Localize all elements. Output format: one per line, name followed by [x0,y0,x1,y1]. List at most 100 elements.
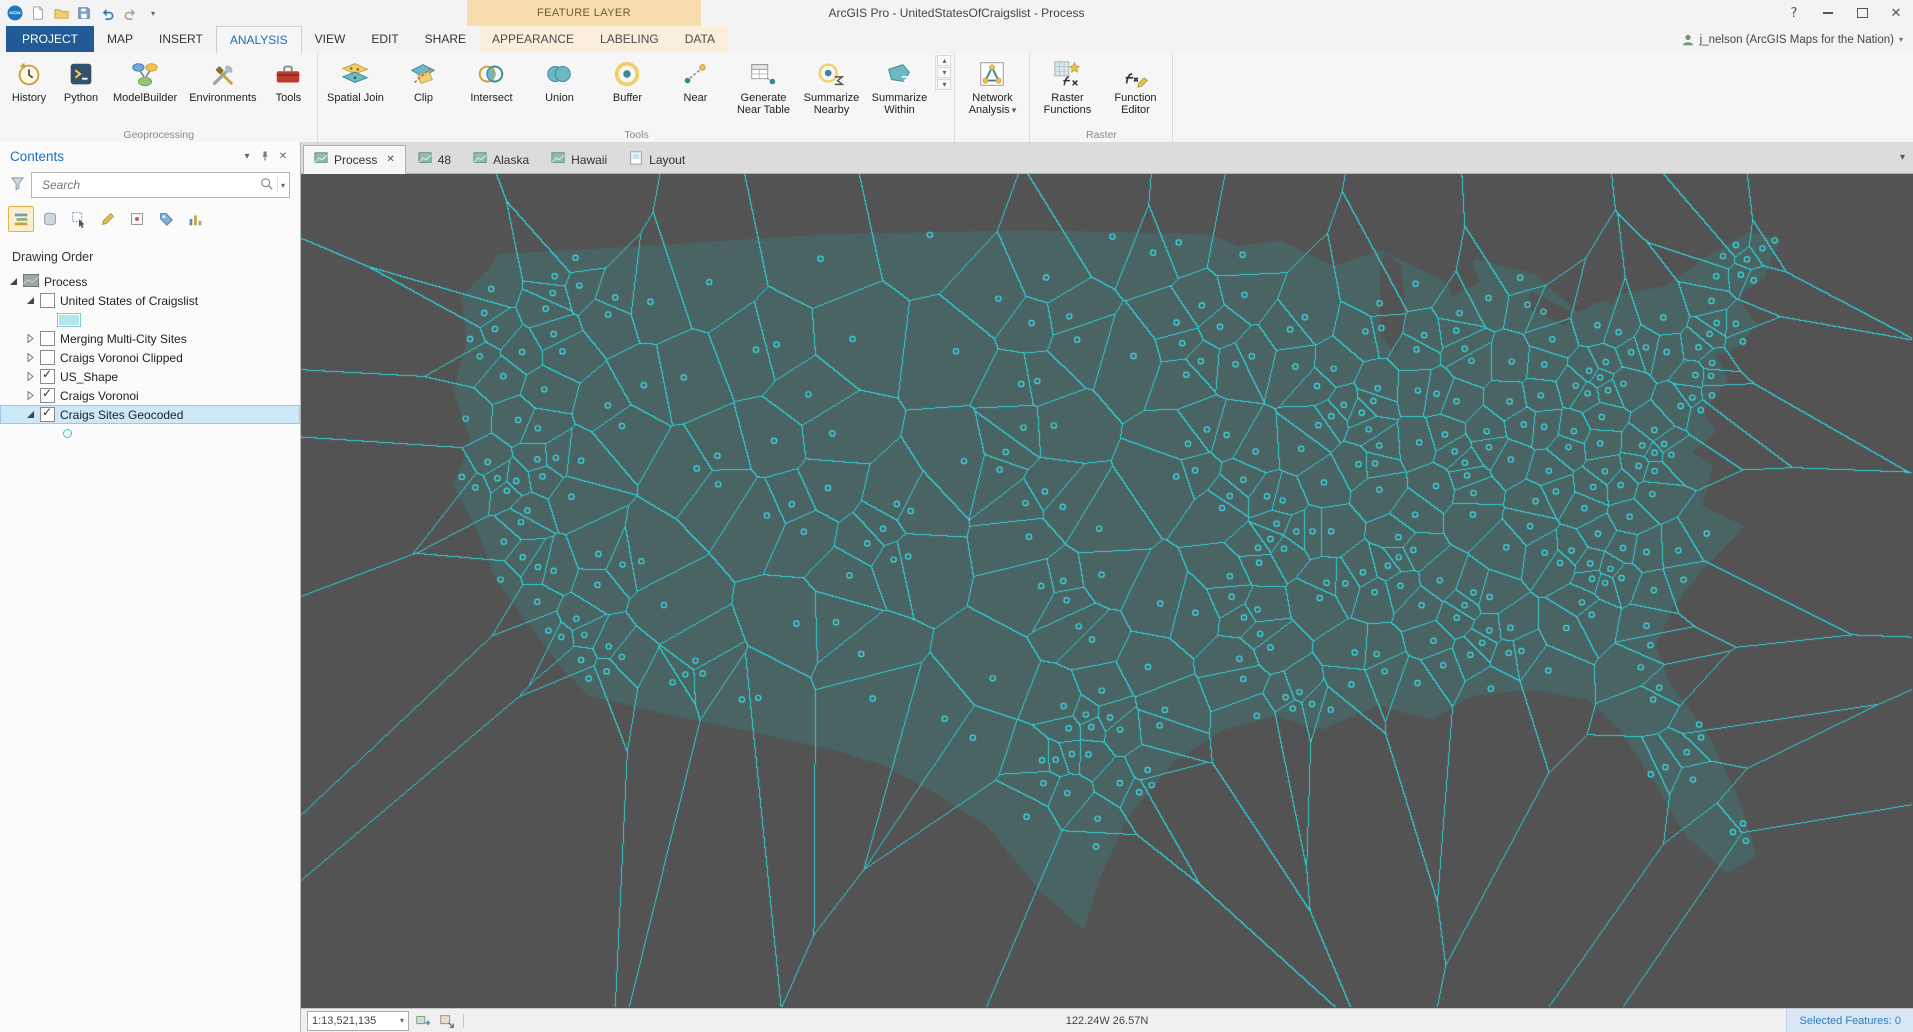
ribbon-tab-label: MAP [107,32,134,46]
gallery-expand-button[interactable]: ▾ [937,79,952,90]
gallery-scroll-up-button[interactable]: ▴ [937,55,952,66]
map-view[interactable] [301,174,1913,1008]
collapsed-expander-icon[interactable] [25,391,35,400]
python-button[interactable]: Python [55,55,107,107]
minimize-button[interactable] [1811,0,1845,26]
clip-button[interactable]: Clip [389,55,457,119]
pin-icon[interactable] [256,147,274,165]
ribbon-tab-labeling[interactable]: LABELING [587,26,672,52]
polygon-symbol-swatch[interactable] [57,312,81,327]
view-tab-layout[interactable]: Layout [619,146,695,173]
layer-row-united-states-of-craigslist[interactable]: United States of Craigslist [0,291,300,310]
pane-menu-icon[interactable]: ▾ [238,147,256,165]
layer-checkbox[interactable] [40,405,55,422]
collapsed-expander-icon[interactable] [25,372,35,381]
redo-icon[interactable] [121,4,139,22]
list-by-snapping-button[interactable] [124,206,150,232]
spatial-join-button[interactable]: Spatial Join [321,55,389,119]
raster-functions-button[interactable]: Raster Functions [1033,55,1101,119]
ribbon-tab-analysis[interactable]: ANALYSIS [215,26,302,54]
buffer-button[interactable]: Buffer [593,55,661,119]
layer-label: Craigs Sites Geocoded [60,407,184,422]
ribbon-item-label: Network Analysis ▾ [960,92,1024,116]
ribbon-group-label: Raster [1086,129,1117,141]
layer-row-craigs-voronoi-clipped[interactable]: Craigs Voronoi Clipped [0,348,300,367]
history-button[interactable]: History [3,55,55,107]
list-by-charts-button[interactable] [182,206,208,232]
layer-checkbox[interactable] [40,367,55,384]
legend-swatch-row[interactable] [0,424,300,443]
modelbuilder-button[interactable]: ModelBuilder [107,55,183,107]
network-analysis-button[interactable]: Network Analysis ▾ [958,55,1026,119]
close-view-icon[interactable]: ✕ [386,154,394,165]
summarize-nearby-button[interactable]: Summarize Nearby [797,55,865,119]
arcgis-logo-icon[interactable] [6,4,24,22]
layer-checkbox[interactable] [40,350,55,365]
search-options-icon[interactable]: ▾ [281,181,285,190]
union-button[interactable]: Union [525,55,593,119]
search-icon[interactable] [260,177,274,194]
list-by-drawing-order-button[interactable] [8,206,34,232]
layer-row-process[interactable]: Process [0,272,300,291]
ribbon-tab-edit[interactable]: EDIT [358,26,411,52]
locate-icon[interactable] [437,1011,457,1031]
ribbon-item-text: Intersect [470,92,513,104]
view-tab-hawaii[interactable]: Hawaii [541,146,617,173]
layer-row-craigs-voronoi[interactable]: Craigs Voronoi [0,386,300,405]
scale-combobox[interactable]: 1:13,521,135 ▾ [307,1010,409,1031]
ribbon-tab-view[interactable]: VIEW [302,26,359,52]
expanded-expander-icon[interactable] [8,277,18,286]
list-by-editing-button[interactable] [95,206,121,232]
ribbon-tab-data[interactable]: DATA [671,26,728,52]
layer-checkbox[interactable] [40,293,55,308]
generate-near-table-button[interactable]: Generate Near Table [729,55,797,119]
view-tab-process[interactable]: Process ✕ [303,145,406,174]
ribbon-tab-share[interactable]: SHARE [412,26,479,52]
ribbon-tab-map[interactable]: MAP [94,26,146,52]
layer-row-us-shape[interactable]: US_Shape [0,367,300,386]
new-project-icon[interactable] [29,4,47,22]
ribbon-tab-row: PROJECT MAP INSERT ANALYSIS VIEW EDIT SHARE APP… [0,26,1913,54]
list-by-data-source-button[interactable] [37,206,63,232]
layer-row-craigs-sites-geocoded[interactable]: Craigs Sites Geocoded [0,405,300,424]
layer-checkbox[interactable] [40,386,55,403]
pane-close-icon[interactable]: ✕ [274,147,292,165]
close-button[interactable]: ✕ [1879,0,1913,26]
qat-customize-icon[interactable]: ▾ [144,4,162,22]
layer-row-merging-multi-city-sites[interactable]: Merging Multi-City Sites [0,329,300,348]
ribbon-tab-insert[interactable]: INSERT [146,26,216,52]
ribbon-tab-project[interactable]: PROJECT [6,26,95,52]
open-project-icon[interactable] [52,4,70,22]
legend-swatch-row[interactable] [0,310,300,329]
collapsed-expander-icon[interactable] [25,334,35,343]
filter-icon[interactable] [10,176,25,194]
save-icon[interactable] [75,4,93,22]
ribbon-tab-appearance[interactable]: APPEARANCE [479,26,588,52]
gallery-scroll-down-button[interactable]: ▾ [937,67,952,78]
new-bookmark-icon[interactable] [413,1011,433,1031]
layer-checkbox[interactable] [40,331,55,346]
summarize-within-button[interactable]: Summarize Within [865,55,933,119]
search-input[interactable] [40,177,260,193]
contextual-group-label: FEATURE LAYER [536,7,632,19]
undo-icon[interactable] [98,4,116,22]
list-by-labeling-button[interactable] [153,206,179,232]
list-by-selection-button[interactable] [66,206,92,232]
selected-features-status[interactable]: Selected Features: 0 [1786,1009,1913,1032]
view-tab-48[interactable]: 48 [408,146,461,173]
environments-button[interactable]: Environments [183,55,262,107]
maximize-button[interactable] [1845,0,1879,26]
view-tab-alaska[interactable]: Alaska [463,146,539,173]
ribbon-item-label: Near [684,92,708,116]
account-menu[interactable]: j_nelson (ArcGIS Maps for the Nation) ▾ [1681,26,1903,53]
expanded-expander-icon[interactable] [25,296,35,305]
expanded-expander-icon[interactable] [25,410,35,419]
collapsed-expander-icon[interactable] [25,353,35,362]
near-button[interactable]: Near [661,55,729,119]
point-symbol-swatch[interactable] [63,429,72,438]
view-tab-overflow-icon[interactable]: ▾ [1900,152,1905,163]
tools-button[interactable]: Tools [262,55,314,107]
function-editor-button[interactable]: Function Editor [1101,55,1169,119]
intersect-button[interactable]: Intersect [457,55,525,119]
help-button[interactable]: ? [1777,0,1811,26]
